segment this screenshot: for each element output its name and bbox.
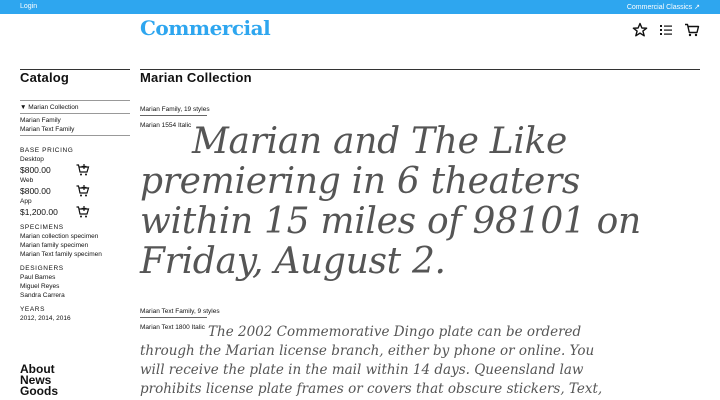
price-value: $1,200.00 [20,207,58,217]
license-label: Web [20,177,34,184]
family-link[interactable]: Marian Text Family [20,125,130,134]
login-link[interactable]: Login [20,3,37,10]
add-to-cart-icon[interactable] [76,164,90,176]
family-label[interactable]: Marian Family, 19 styles [140,106,210,113]
star-icon[interactable] [632,22,648,38]
goods-link[interactable]: Goods [20,385,58,397]
type-specimen-text[interactable]: The 2002 Commemorative Dingo plate can b… [140,323,620,400]
specimen-link[interactable]: Marian family specimen [20,241,130,250]
specimens-label: Specimens [20,224,64,231]
price-value: $800.00 [20,186,51,196]
collection-toggle[interactable]: ▼ Marian Collection [20,103,130,112]
family-rule [140,317,207,318]
family-rule [140,115,207,116]
catalog-sidebar: ▼ Marian Collection Marian Family Marian… [20,100,130,323]
specimen-link[interactable]: Marian Text family specimen [20,250,130,259]
site-logo[interactable]: Commercial [140,16,271,40]
base-pricing-label: Base Pricing [20,147,74,154]
price-value: $800.00 [20,165,51,175]
designer-link[interactable]: Miguel Reyes [20,282,130,291]
specimen-text[interactable]: Marian and The Like premiering in 6 thea… [140,121,641,282]
list-icon[interactable] [658,22,674,38]
cart-icon[interactable] [684,22,700,38]
header-icons [632,22,700,38]
footer-nav: About News Goods [20,363,58,397]
designers-label: Designers [20,265,64,272]
specimen-link[interactable]: Marian collection specimen [20,232,130,241]
designer-link[interactable]: Sandra Carrera [20,291,130,300]
add-to-cart-icon[interactable] [76,206,90,218]
years-value: 2012, 2014, 2016 [20,315,71,322]
license-label: App [20,198,32,205]
license-label: Desktop [20,156,44,163]
years-label: Years [20,306,46,313]
catalog-title: Catalog [20,70,70,85]
designer-link[interactable]: Paul Barnes [20,273,130,282]
page-title: Marian Collection [140,70,252,85]
family-label[interactable]: Marian Text Family, 9 styles [140,308,220,315]
type-specimen-display[interactable]: Marian and The Like premiering in 6 thea… [140,122,700,282]
commercial-classics-link[interactable]: Commercial Classics ↗ [627,3,700,11]
top-bar: Login Commercial Classics ↗ [0,0,720,14]
family-link[interactable]: Marian Family [20,116,130,125]
specimen-text[interactable]: The 2002 Commemorative Dingo plate can b… [140,324,602,400]
add-to-cart-icon[interactable] [76,185,90,197]
